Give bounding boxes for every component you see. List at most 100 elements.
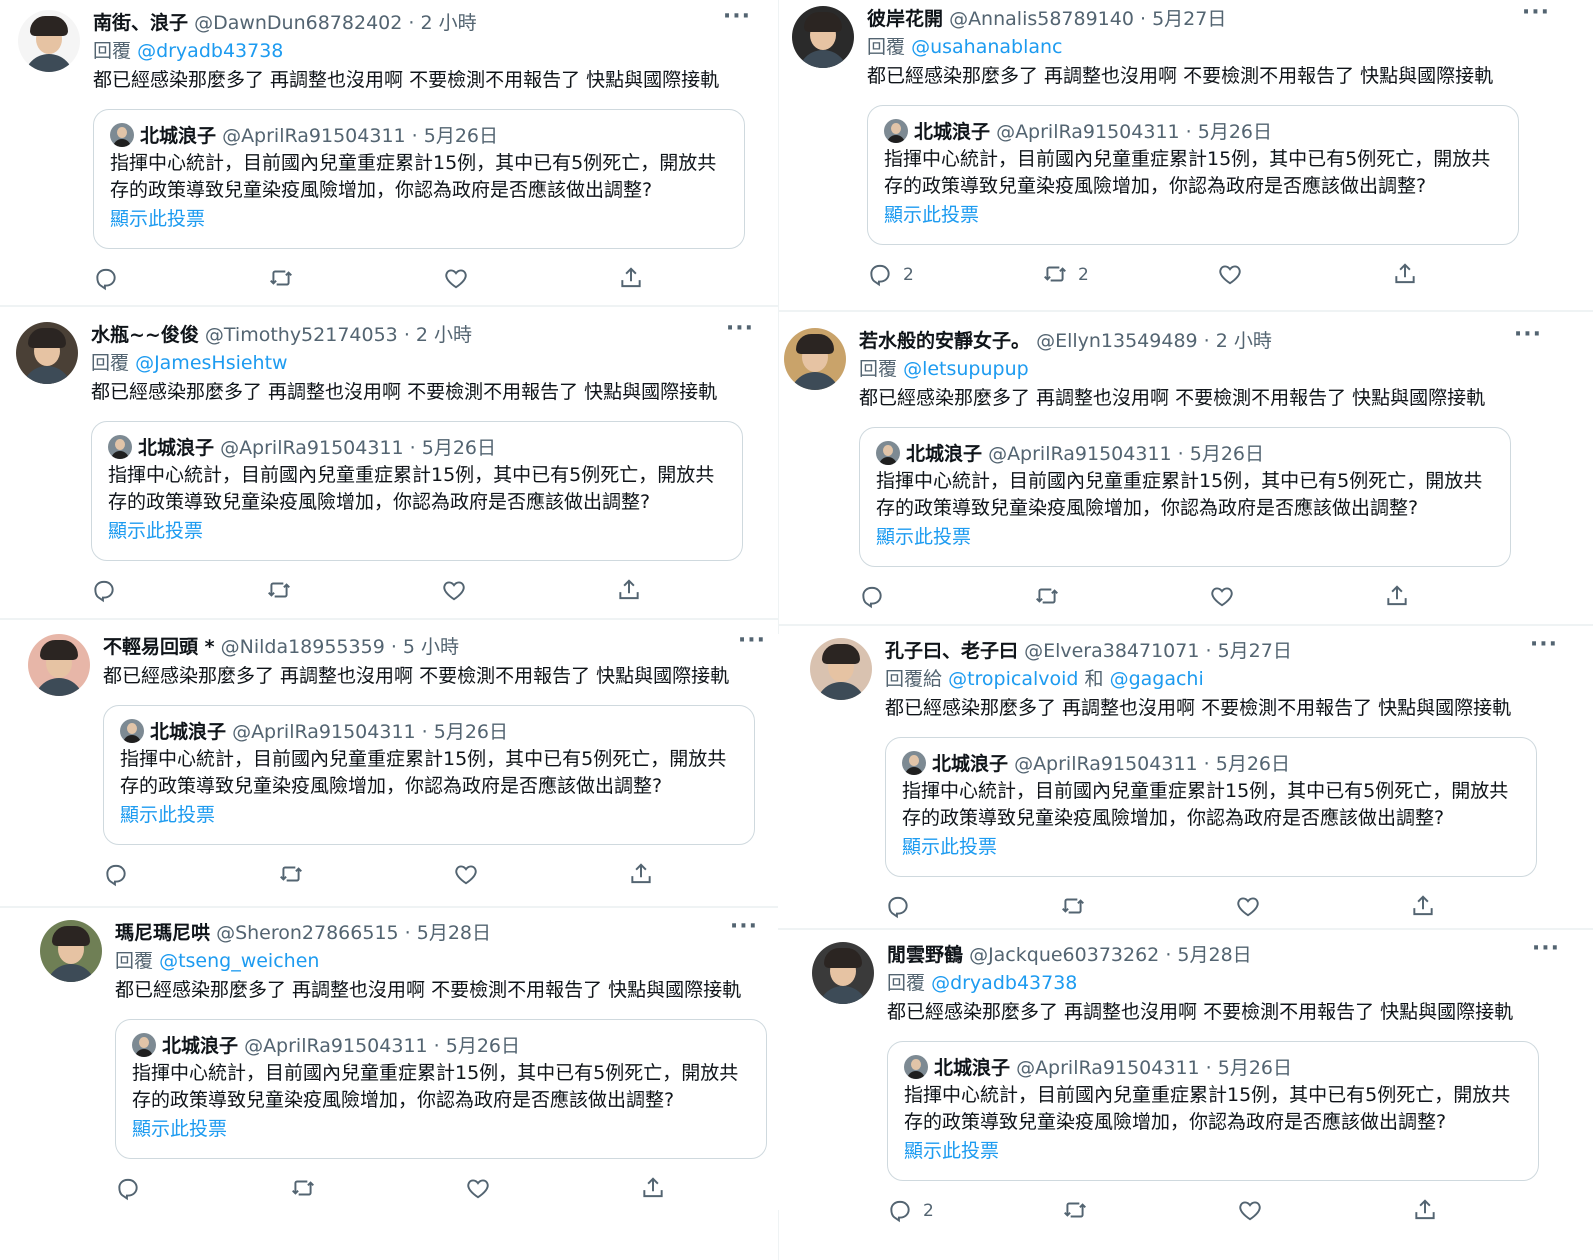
display-name[interactable]: 不輕易回頭 *	[103, 636, 215, 658]
more-icon[interactable]: ···	[1522, 0, 1550, 25]
timestamp[interactable]: · 5月27日	[1140, 8, 1226, 30]
timestamp[interactable]: · 2 小時	[404, 324, 472, 346]
display-name[interactable]: 閒雲野鶴	[887, 944, 963, 966]
avatar[interactable]	[812, 942, 874, 1004]
share-button[interactable]	[628, 861, 654, 888]
retweet-button[interactable]	[1060, 893, 1086, 920]
like-button[interactable]	[453, 861, 479, 888]
more-icon[interactable]: ···	[730, 914, 758, 939]
show-poll-link[interactable]: 顯示此投票	[108, 516, 726, 546]
avatar[interactable]	[28, 634, 90, 696]
like-button[interactable]	[443, 265, 469, 292]
reply-mention-link[interactable]: @tropicalvoid	[948, 668, 1078, 690]
like-button[interactable]	[441, 577, 467, 604]
tweet[interactable]: 瑪尼瑪尼哄 @Sheron27866515 · 5月28日 ··· 回覆 @ts…	[40, 914, 780, 1210]
user-handle[interactable]: @Nilda18955359	[221, 636, 385, 658]
avatar[interactable]	[784, 328, 846, 390]
more-icon[interactable]: ···	[738, 628, 766, 653]
share-button[interactable]	[640, 1175, 666, 1202]
quoted-tweet[interactable]: 北城浪子 @AprilRa91504311 · 5月26日 指揮中心統計，目前國…	[887, 1041, 1539, 1181]
reply-mention-link[interactable]: @JamesHsiehtw	[135, 352, 288, 374]
share-button[interactable]	[1384, 583, 1410, 610]
reply-button[interactable]	[91, 577, 117, 604]
like-button[interactable]	[1209, 583, 1235, 610]
share-button[interactable]	[1392, 261, 1418, 288]
show-poll-link[interactable]: 顯示此投票	[120, 800, 738, 830]
avatar[interactable]	[810, 638, 872, 700]
reply-mention-link[interactable]: @letsupupup	[903, 358, 1029, 380]
retweet-button[interactable]	[278, 861, 304, 888]
quoted-tweet[interactable]: 北城浪子 @AprilRa91504311 · 5月26日 指揮中心統計，目前國…	[93, 109, 745, 249]
like-button[interactable]	[1235, 893, 1261, 920]
tweet[interactable]: 水瓶~~俊俊 @Timothy52174053 · 2 小時 ··· 回覆 @J…	[16, 316, 776, 612]
display-name[interactable]: 彼岸花開	[867, 8, 943, 30]
user-handle[interactable]: @Ellyn13549489	[1036, 330, 1198, 352]
show-poll-link[interactable]: 顯示此投票	[110, 204, 728, 234]
share-button[interactable]	[1410, 893, 1436, 920]
avatar[interactable]	[18, 10, 80, 72]
reply-button[interactable]	[93, 265, 119, 292]
share-button[interactable]	[616, 577, 642, 604]
share-button[interactable]	[1412, 1197, 1438, 1224]
quoted-tweet[interactable]: 北城浪子 @AprilRa91504311 · 5月26日 指揮中心統計，目前國…	[867, 105, 1519, 245]
tweet[interactable]: 閒雲野鶴 @Jackque60373262 · 5月28日 ··· 回覆 @dr…	[812, 936, 1582, 1232]
show-poll-link[interactable]: 顯示此投票	[904, 1136, 1522, 1166]
quoted-tweet[interactable]: 北城浪子 @AprilRa91504311 · 5月26日 指揮中心統計，目前國…	[103, 705, 755, 845]
timestamp[interactable]: · 2 小時	[408, 12, 476, 34]
avatar[interactable]	[16, 322, 78, 384]
more-icon[interactable]: ···	[726, 316, 754, 341]
reply-button[interactable]	[103, 861, 129, 888]
timestamp[interactable]: · 2 小時	[1204, 330, 1272, 352]
like-button[interactable]	[1217, 261, 1243, 288]
user-handle[interactable]: @Timothy52174053	[205, 324, 398, 346]
quoted-tweet[interactable]: 北城浪子 @AprilRa91504311 · 5月26日 指揮中心統計，目前國…	[91, 421, 743, 561]
show-poll-link[interactable]: 顯示此投票	[902, 832, 1520, 862]
retweet-button[interactable]: 2	[1042, 261, 1089, 288]
timestamp[interactable]: · 5 小時	[391, 636, 459, 658]
reply-mention-link[interactable]: @dryadb43738	[931, 972, 1077, 994]
timestamp[interactable]: · 5月27日	[1206, 640, 1292, 662]
avatar[interactable]	[792, 6, 854, 68]
reply-mention-link[interactable]: @usahanablanc	[911, 36, 1062, 58]
more-icon[interactable]: ···	[1532, 936, 1560, 961]
tweet[interactable]: 南街、浪子 @DawnDun68782402 · 2 小時 ··· 回覆 @dr…	[18, 4, 773, 300]
show-poll-link[interactable]: 顯示此投票	[132, 1114, 750, 1144]
more-icon[interactable]: ···	[1514, 322, 1542, 347]
more-icon[interactable]: ···	[1530, 632, 1558, 657]
quoted-tweet[interactable]: 北城浪子 @AprilRa91504311 · 5月26日 指揮中心統計，目前國…	[885, 737, 1537, 877]
reply-button[interactable]	[115, 1175, 141, 1202]
tweet[interactable]: 若水般的安靜女子。 @Ellyn13549489 · 2 小時 ··· 回覆 @…	[784, 322, 1564, 618]
display-name[interactable]: 瑪尼瑪尼哄	[115, 922, 210, 944]
reply-mention-link[interactable]: @tseng_weichen	[159, 950, 319, 972]
display-name[interactable]: 若水般的安靜女子。	[859, 330, 1030, 352]
reply-button[interactable]: 2	[887, 1197, 934, 1224]
display-name[interactable]: 孔子曰、老子曰	[885, 640, 1018, 662]
show-poll-link[interactable]: 顯示此投票	[876, 522, 1494, 552]
user-handle[interactable]: @Jackque60373262	[969, 944, 1159, 966]
display-name[interactable]: 水瓶~~俊俊	[91, 324, 199, 346]
retweet-button[interactable]	[1034, 583, 1060, 610]
reply-button[interactable]	[885, 893, 911, 920]
reply-mention-link-2[interactable]: @gagachi	[1110, 668, 1204, 690]
user-handle[interactable]: @Elvera38471071	[1024, 640, 1199, 662]
user-handle[interactable]: @Sheron27866515	[216, 922, 399, 944]
avatar[interactable]	[40, 920, 102, 982]
reply-button[interactable]: 2	[867, 261, 914, 288]
quoted-tweet[interactable]: 北城浪子 @AprilRa91504311 · 5月26日 指揮中心統計，目前國…	[115, 1019, 767, 1159]
more-icon[interactable]: ···	[723, 4, 751, 29]
reply-mention-link[interactable]: @dryadb43738	[137, 40, 283, 62]
like-button[interactable]	[465, 1175, 491, 1202]
retweet-button[interactable]	[1062, 1197, 1088, 1224]
retweet-button[interactable]	[266, 577, 292, 604]
reply-button[interactable]	[859, 583, 885, 610]
tweet[interactable]: 不輕易回頭 * @Nilda18955359 · 5 小時 ··· 都已經感染那…	[28, 628, 788, 924]
timestamp[interactable]: · 5月28日	[1165, 944, 1251, 966]
share-button[interactable]	[618, 265, 644, 292]
timestamp[interactable]: · 5月28日	[405, 922, 491, 944]
quoted-tweet[interactable]: 北城浪子 @AprilRa91504311 · 5月26日 指揮中心統計，目前國…	[859, 427, 1511, 567]
tweet[interactable]: 彼岸花開 @Annalis58789140 · 5月27日 ··· 回覆 @us…	[792, 0, 1572, 296]
show-poll-link[interactable]: 顯示此投票	[884, 200, 1502, 230]
retweet-button[interactable]	[290, 1175, 316, 1202]
retweet-button[interactable]	[268, 265, 294, 292]
tweet[interactable]: 孔子曰、老子曰 @Elvera38471071 · 5月27日 ··· 回覆給 …	[810, 632, 1580, 928]
